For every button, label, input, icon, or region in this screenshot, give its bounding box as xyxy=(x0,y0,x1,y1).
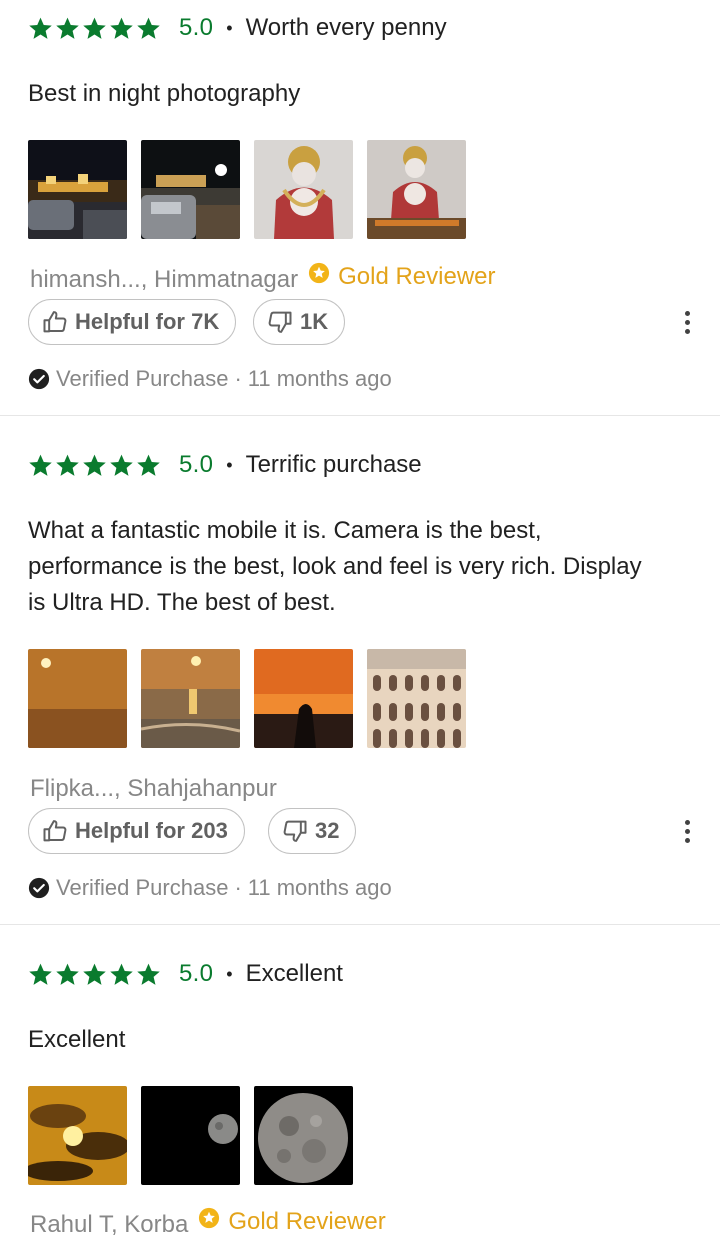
dislike-count: 32 xyxy=(315,818,340,843)
star-rating xyxy=(28,16,161,41)
gold-star-badge-icon xyxy=(198,1207,220,1229)
author-name: Flipka..., Shahjahanpur xyxy=(30,775,277,801)
small-moon-photo[interactable] xyxy=(141,1086,240,1185)
star-icon xyxy=(55,962,80,987)
check-circle-icon xyxy=(28,368,50,390)
star-icon xyxy=(136,16,161,41)
gold-reviewer-badge: Gold Reviewer xyxy=(338,263,496,290)
moon-closeup-photo[interactable] xyxy=(254,1086,353,1185)
star-icon xyxy=(55,16,80,41)
dot-separator: · xyxy=(234,875,242,900)
thumbs-up-icon xyxy=(41,308,69,336)
rating-score: 5.0 xyxy=(179,14,214,41)
author-name: Rahul T, Korba xyxy=(30,1211,189,1237)
rating-row: 5.0 • Excellent xyxy=(28,958,343,990)
author-row: Rahul T, Korba Gold Reviewer xyxy=(30,1207,386,1237)
star-icon xyxy=(28,453,53,478)
star-icon xyxy=(28,16,53,41)
thumbs-down-icon xyxy=(281,817,309,845)
review-body: What a fantastic mobile it is. Camera is… xyxy=(28,517,642,616)
verified-row: Verified Purchase · 11 months ago xyxy=(28,364,392,394)
cloudy-sunset-photo[interactable] xyxy=(28,1086,127,1185)
deity-idol-photo[interactable] xyxy=(367,140,466,239)
review-body: Best in night photography xyxy=(28,80,301,107)
helpful-label: Helpful for 203 xyxy=(75,818,228,843)
rating-score: 5.0 xyxy=(179,960,214,987)
review-time: 11 months ago xyxy=(247,875,392,900)
bullet-separator: • xyxy=(226,454,233,475)
review-time: 11 months ago xyxy=(247,366,392,391)
check-circle-icon xyxy=(28,877,50,899)
helpful-label: Helpful for 7K xyxy=(75,309,220,334)
review-card: 5.0 • Terrific purchase What a fantastic… xyxy=(0,416,720,925)
thumbs-up-icon xyxy=(41,817,69,845)
sunset-silhouette-photo[interactable] xyxy=(254,649,353,748)
thumbs-down-icon xyxy=(266,308,294,336)
sunset-sky-photo[interactable] xyxy=(28,649,127,748)
bullet-separator: • xyxy=(226,963,233,984)
star-icon xyxy=(82,453,107,478)
verified-label: Verified Purchase xyxy=(56,366,229,391)
star-icon xyxy=(82,16,107,41)
arched-building-photo[interactable] xyxy=(367,649,466,748)
night-street-photo[interactable] xyxy=(141,140,240,239)
verified-row: Verified Purchase · 11 months ago xyxy=(28,873,392,903)
review-body: Excellent xyxy=(28,1026,126,1053)
review-photos xyxy=(28,1086,353,1185)
author-name: himansh..., Himmatnagar xyxy=(30,266,299,292)
star-icon xyxy=(109,16,134,41)
star-icon xyxy=(136,962,161,987)
star-icon xyxy=(55,453,80,478)
star-icon xyxy=(82,962,107,987)
night-street-photo[interactable] xyxy=(28,140,127,239)
review-photos xyxy=(28,140,466,239)
gold-star-badge-icon xyxy=(308,262,330,284)
review-photos xyxy=(28,649,466,748)
helpful-button[interactable]: Helpful for 7K xyxy=(28,299,237,345)
review-card: 5.0 • Excellent Excellent Rahul T, Korba… xyxy=(0,925,720,1238)
star-icon xyxy=(136,453,161,478)
deity-idol-photo[interactable] xyxy=(254,140,353,239)
dot-separator: · xyxy=(234,366,242,391)
sunset-beach-photo[interactable] xyxy=(141,649,240,748)
helpful-button[interactable]: Helpful for 203 xyxy=(28,808,245,854)
dislike-button[interactable]: 1K xyxy=(253,299,346,345)
star-icon xyxy=(109,453,134,478)
more-options-button[interactable] xyxy=(680,307,694,337)
gold-reviewer-badge: Gold Reviewer xyxy=(228,1208,386,1235)
review-headline: Worth every penny xyxy=(245,14,447,41)
rating-row: 5.0 • Terrific purchase xyxy=(28,449,422,481)
rating-score: 5.0 xyxy=(179,451,214,478)
dislike-button[interactable]: 32 xyxy=(268,808,357,854)
star-rating xyxy=(28,453,161,478)
rating-row: 5.0 • Worth every penny xyxy=(28,12,447,44)
more-options-button[interactable] xyxy=(680,816,694,846)
review-headline: Excellent xyxy=(245,960,343,987)
review-headline: Terrific purchase xyxy=(245,451,422,478)
verified-label: Verified Purchase xyxy=(56,875,229,900)
author-row: himansh..., Himmatnagar Gold Reviewer xyxy=(30,262,496,292)
star-rating xyxy=(28,962,161,987)
author-row: Flipka..., Shahjahanpur xyxy=(30,771,277,801)
star-icon xyxy=(109,962,134,987)
more-vertical-icon xyxy=(684,310,690,316)
more-vertical-icon xyxy=(684,819,690,825)
dislike-count: 1K xyxy=(300,309,329,334)
star-icon xyxy=(28,962,53,987)
review-card: 5.0 • Worth every penny Best in night ph… xyxy=(0,0,720,416)
bullet-separator: • xyxy=(226,17,233,38)
